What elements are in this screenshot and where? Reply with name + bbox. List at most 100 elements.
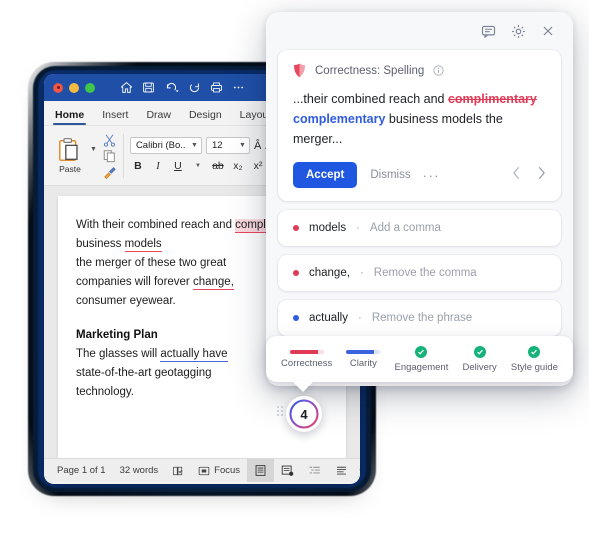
tab-style-guide-label: Style guide <box>510 361 558 373</box>
grammarly-panel: Correctness: Spelling ...their combined … <box>266 12 573 386</box>
save-icon[interactable] <box>142 81 155 94</box>
italic-button[interactable]: I <box>150 158 166 174</box>
focus-icon <box>198 466 210 475</box>
suggestion-navigation <box>512 166 546 185</box>
badge-count: 4 <box>300 406 308 422</box>
tab-correctness[interactable]: Correctness <box>281 349 332 369</box>
proofing-status-button[interactable] <box>165 465 191 477</box>
zoom-out-button[interactable]: − <box>355 465 360 476</box>
chevron-left-icon[interactable] <box>512 166 521 185</box>
feedback-chat-icon[interactable] <box>481 24 496 39</box>
error-actually-have[interactable]: actually have <box>160 348 228 362</box>
web-layout-view-button[interactable] <box>274 464 301 477</box>
clipboard-minor-buttons[interactable] <box>102 133 117 179</box>
ribbon-tab-design[interactable]: Design <box>180 109 231 125</box>
suggestion-action: Remove the comma <box>373 267 477 279</box>
paste-label: Paste <box>59 164 81 174</box>
engagement-check-icon <box>415 345 428 358</box>
font-size-combo[interactable]: 12 ▼ <box>205 137 250 154</box>
print-icon[interactable] <box>210 81 223 94</box>
redo-icon[interactable] <box>188 81 201 94</box>
suggestion-separator: · <box>358 312 362 324</box>
tab-clarity-label: Clarity <box>349 357 377 369</box>
error-models[interactable]: models <box>124 238 162 252</box>
accept-button[interactable]: Accept <box>293 162 358 188</box>
tab-style-guide[interactable]: Style guide <box>510 345 558 373</box>
paste-dropdown-caret-icon[interactable]: ▼ <box>90 146 97 153</box>
suggestion-word: change, <box>309 267 350 279</box>
draft-icon <box>337 466 347 475</box>
strikethrough-button[interactable]: ab <box>210 158 226 174</box>
tab-delivery[interactable]: Delivery <box>462 345 497 373</box>
marketing-plan-heading: Marketing Plan <box>76 329 158 341</box>
ribbon-tab-home[interactable]: Home <box>46 109 93 125</box>
suggestion-category-row: Correctness: Spelling <box>293 63 546 78</box>
grammarly-badge[interactable]: 4 <box>286 396 322 432</box>
screenshot-root: Home Insert Draw Design Layout Paste ▼ C… <box>0 0 589 533</box>
ribbon-divider <box>122 133 124 178</box>
suggestion-separator: · <box>356 222 360 234</box>
error-change-comma[interactable]: change, <box>192 276 234 290</box>
ribbon-tab-draw[interactable]: Draw <box>137 109 180 125</box>
ribbon-tab-insert[interactable]: Insert <box>93 109 137 125</box>
subscript-button[interactable]: x₂ <box>230 158 246 174</box>
ribbon-tab-home-label: Home <box>55 109 85 121</box>
outline-icon <box>309 466 320 474</box>
undo-icon[interactable] <box>164 81 179 94</box>
tab-engagement[interactable]: Engagement <box>394 345 448 373</box>
close-window-button[interactable] <box>53 82 63 93</box>
format-painter-icon[interactable] <box>102 165 117 179</box>
sentence-replacement-word[interactable]: complementary <box>293 112 385 126</box>
para1-pre: With their combined reach and <box>76 219 236 231</box>
home-icon[interactable] <box>120 81 133 94</box>
draft-view-button[interactable] <box>328 464 355 477</box>
suggestion-list-item-1[interactable]: models · Add a comma <box>278 210 561 246</box>
grammarly-category-tabbar: Correctness Clarity Engagement Delivery … <box>266 336 573 382</box>
superscript-button[interactable]: x² <box>250 158 266 174</box>
copy-icon[interactable] <box>102 149 117 163</box>
minimize-window-button[interactable] <box>69 82 79 93</box>
word-count[interactable]: 32 words <box>113 465 166 476</box>
focus-button[interactable]: Focus <box>191 465 247 477</box>
suggestion-list-item-2[interactable]: change, · Remove the comma <box>278 255 561 291</box>
print-layout-view-button[interactable] <box>247 459 275 482</box>
underline-button[interactable]: U <box>170 158 186 174</box>
gear-icon[interactable] <box>511 24 526 39</box>
underline-dropdown-icon[interactable]: ▼ <box>190 158 206 174</box>
chevron-right-icon[interactable] <box>537 166 546 185</box>
delivery-check-icon <box>473 345 486 358</box>
tab-clarity[interactable]: Clarity <box>346 349 381 369</box>
drag-handle-icon[interactable] <box>277 406 283 416</box>
suggestion-category-label: Correctness: Spelling <box>315 64 425 77</box>
dismiss-button[interactable]: Dismiss <box>370 169 410 181</box>
correctness-shield-icon <box>293 63 306 78</box>
suggestion-sentence: ...their combined reach and complimentar… <box>293 89 546 149</box>
maximize-window-button[interactable] <box>85 82 95 93</box>
grammarly-badge-wrapper[interactable]: 4 <box>277 396 322 432</box>
tab-delivery-label: Delivery <box>462 361 497 373</box>
increase-font-size-icon[interactable]: Â <box>254 140 261 152</box>
window-controls[interactable] <box>53 82 95 93</box>
quick-access-toolbar[interactable] <box>120 81 245 94</box>
chevron-down-icon: ▼ <box>191 142 198 149</box>
more-options-button[interactable]: ··· <box>423 168 441 183</box>
font-family-combo[interactable]: Calibri (Bo... ▼ <box>129 137 202 154</box>
paste-button[interactable]: Paste <box>50 137 90 174</box>
bold-button[interactable]: B <box>130 158 146 174</box>
suggestion-action: Add a comma <box>369 222 441 234</box>
para1-line5: consumer eyewear. <box>76 295 176 307</box>
web-layout-icon <box>281 465 294 476</box>
suggestion-list-item-3[interactable]: actually · Remove the phrase <box>278 300 561 336</box>
page-indicator[interactable]: Page 1 of 1 <box>50 465 113 476</box>
suggestion-detail-card: Correctness: Spelling ...their combined … <box>278 50 561 201</box>
focus-label: Focus <box>214 465 241 476</box>
more-commands-icon[interactable] <box>232 81 245 94</box>
scissors-icon[interactable] <box>102 133 117 147</box>
sentence-struck-word: complimentary <box>447 92 537 106</box>
outline-view-button[interactable] <box>301 464 328 477</box>
close-icon[interactable] <box>541 24 555 38</box>
para1-line4-pre: companies will forever <box>76 276 193 288</box>
info-icon[interactable] <box>433 65 444 76</box>
word-status-bar: Page 1 of 1 32 words Focus − + <box>44 458 360 482</box>
para1-mid: business <box>76 238 125 250</box>
